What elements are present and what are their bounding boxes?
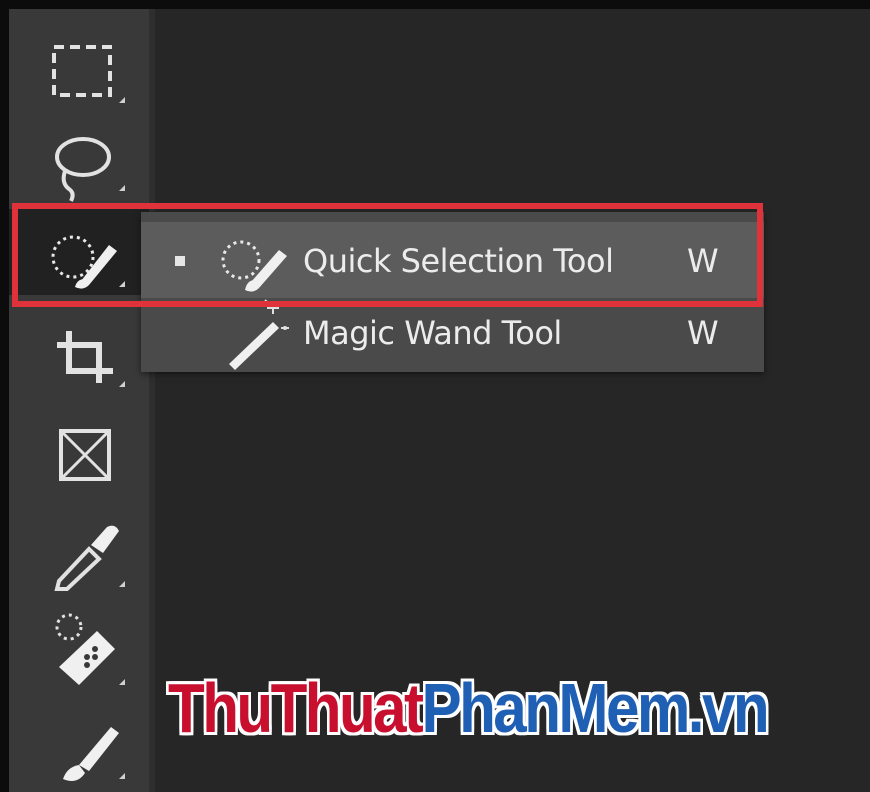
crop-tool[interactable] [9, 309, 149, 395]
watermark-part-3: .vn [687, 669, 770, 747]
menu-item-label: Magic Wand Tool [303, 314, 562, 352]
brush-tool[interactable] [9, 699, 149, 785]
tools-panel [9, 9, 155, 792]
rectangular-marquee-icon [52, 45, 125, 103]
menu-item-magic-wand[interactable]: Magic Wand Tool W [141, 294, 764, 370]
crop-icon [57, 331, 125, 387]
magic-wand-icon [229, 299, 289, 370]
tool-flyout-menu: Quick Selection Tool W Magic Wand Tool W [141, 212, 764, 372]
lasso-icon [55, 137, 125, 202]
watermark-part-1: ThuThuat [168, 669, 424, 747]
frame-tool[interactable] [9, 407, 149, 493]
rectangular-marquee-tool[interactable] [9, 29, 149, 115]
selected-bullet-icon [175, 256, 185, 266]
brush-icon [63, 727, 125, 781]
healing-brush-icon [55, 613, 125, 685]
eyedropper-tool[interactable] [9, 503, 149, 591]
quick-selection-tool[interactable] [9, 209, 149, 295]
spot-healing-brush-tool[interactable] [9, 599, 149, 685]
quick-selection-icon [51, 235, 125, 289]
menu-item-label: Quick Selection Tool [303, 242, 614, 280]
eyedropper-icon [54, 525, 125, 591]
menu-item-shortcut: W [687, 242, 719, 280]
watermark-part-2: PhanMem [421, 669, 691, 747]
quick-selection-icon [221, 240, 287, 292]
menu-item-quick-selection[interactable]: Quick Selection Tool W [141, 222, 764, 298]
frame-icon [59, 429, 111, 481]
watermark-logo: ThuThuatPhanMem.vn [168, 668, 770, 748]
lasso-tool[interactable] [9, 117, 149, 203]
menu-item-shortcut: W [687, 314, 719, 352]
